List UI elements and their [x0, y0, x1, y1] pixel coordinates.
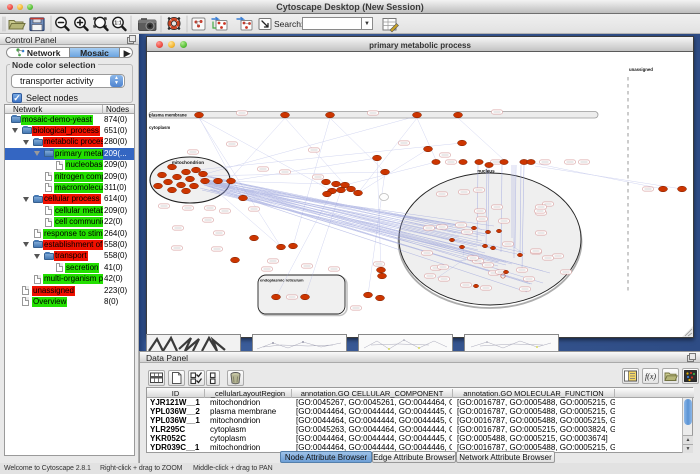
svg-text:cytoplasm: cytoplasm: [149, 125, 170, 130]
svg-text:f(x): f(x): [645, 372, 656, 381]
svg-text:plasma membrane: plasma membrane: [149, 113, 187, 118]
svg-text:1:1: 1:1: [114, 21, 121, 27]
svg-text:endoplasmic reticulum: endoplasmic reticulum: [260, 278, 304, 283]
svg-text:nucleus: nucleus: [477, 169, 495, 174]
svg-text:unassigned: unassigned: [629, 67, 653, 72]
svg-text:mitochondrion: mitochondrion: [172, 160, 204, 165]
